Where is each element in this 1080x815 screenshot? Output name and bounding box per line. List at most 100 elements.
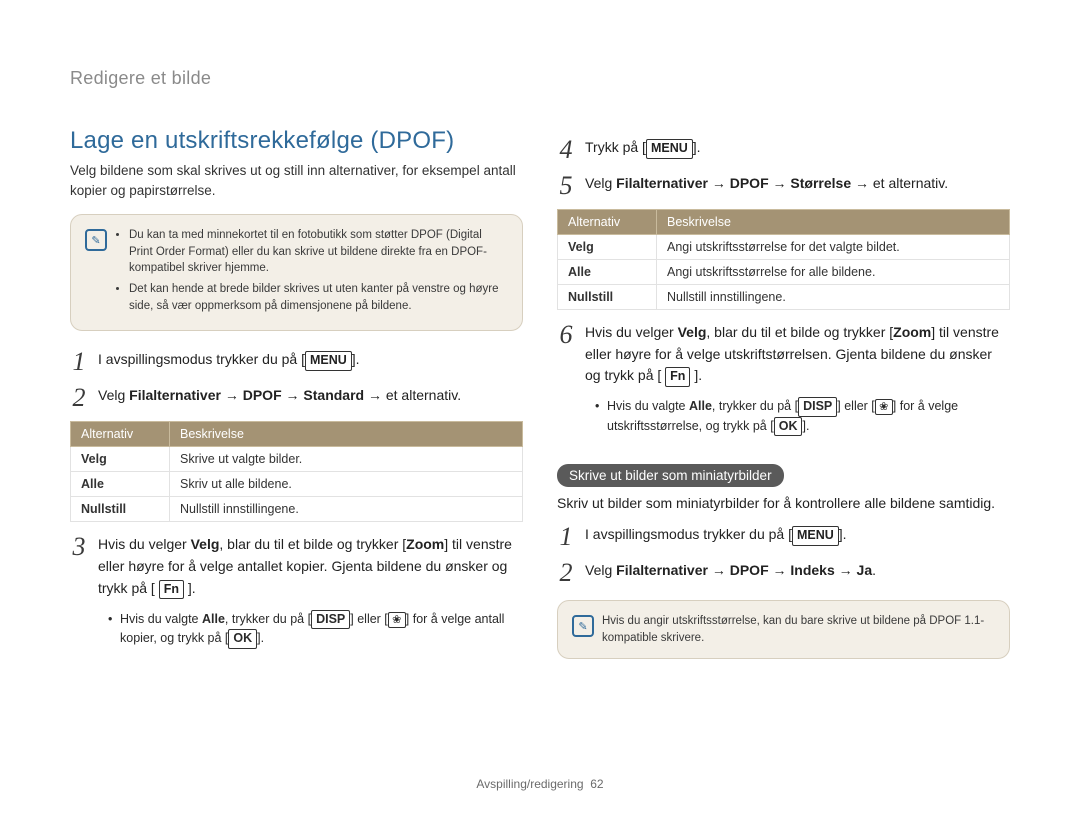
ok-key: OK xyxy=(228,629,257,649)
step-text: . xyxy=(872,562,876,578)
cell-val: Nullstill innstillingene. xyxy=(170,497,523,522)
bullet-text: ] eller [ xyxy=(837,399,875,413)
step-text: I avspillingsmodus trykker du på [ xyxy=(98,351,305,367)
step-5: 5 Velg Filalternativer → DPOF → Størrels… xyxy=(557,173,1010,199)
step-text: Velg xyxy=(98,387,129,403)
thumb-step-1: 1 I avspillingsmodus trykker du på [MENU… xyxy=(557,524,1010,550)
disp-key: DISP xyxy=(798,397,837,417)
step-body: I avspillingsmodus trykker du på [MENU]. xyxy=(585,524,847,550)
bullet-text: ]. xyxy=(257,631,264,645)
step-text: → et alternativ. xyxy=(364,387,461,403)
step-text: ]. xyxy=(693,139,701,155)
step-num: 4 xyxy=(557,137,575,163)
macro-icon: ❀ xyxy=(875,399,893,415)
step-text: Velg xyxy=(585,175,616,191)
info1-item: Det kan hende at brede bilder skrives ut… xyxy=(129,281,506,314)
cell-key: Nullstill xyxy=(71,497,170,522)
table-row: NullstillNullstill innstillingene. xyxy=(71,497,523,522)
step-num: 3 xyxy=(70,534,88,599)
content-columns: Lage en utskriftsrekkefølge (DPOF) Velg … xyxy=(70,109,1010,677)
cell-key: Velg xyxy=(558,235,657,260)
bullet-text: Hvis du valgte xyxy=(120,612,202,626)
step-text: , blar du til et bilde og trykker [ xyxy=(706,324,893,340)
step-3-bullet: Hvis du valgte Alle, trykker du på [DISP… xyxy=(108,610,523,649)
bullet-text: ]. xyxy=(802,419,809,433)
step-text: ]. xyxy=(690,367,702,383)
cell-val: Skrive ut valgte bilder. xyxy=(170,447,523,472)
thumbnail-body: Skriv ut bilder som miniatyrbilder for å… xyxy=(557,493,1010,514)
step-text-bold: Filalternativer → DPOF → Standard xyxy=(129,387,364,403)
cell-key: Alle xyxy=(558,260,657,285)
spacer xyxy=(557,109,1010,131)
thumb-step-2: 2 Velg Filalternativer → DPOF → Indeks →… xyxy=(557,560,1010,586)
table-row: NullstillNullstill innstillingene. xyxy=(558,285,1010,310)
footer-section: Avspilling/redigering xyxy=(476,777,583,791)
cell-val: Skriv ut alle bildene. xyxy=(170,472,523,497)
th-alternativ: Alternativ xyxy=(558,210,657,235)
fn-key: Fn xyxy=(159,580,184,600)
bullet-text: Hvis du valgte xyxy=(607,399,689,413)
bullet-text: , trykker du på [ xyxy=(712,399,798,413)
step-1: 1 I avspillingsmodus trykker du på [MENU… xyxy=(70,349,523,375)
info-box-2-text: Hvis du angir utskriftsstørrelse, kan du… xyxy=(602,613,993,646)
th-beskrivelse: Beskrivelse xyxy=(170,422,523,447)
step-num: 2 xyxy=(557,560,575,586)
step-6-bullet: Hvis du valgte Alle, trykker du på [DISP… xyxy=(595,397,1010,436)
step-text: , blar du til et bilde og trykker [ xyxy=(219,536,406,552)
bullet-text-bold: Alle xyxy=(202,612,225,626)
step-text: Hvis du velger xyxy=(98,536,191,552)
table-row: AlleAngi utskriftsstørrelse for alle bil… xyxy=(558,260,1010,285)
thumbnail-heading: Skrive ut bilder som miniatyrbilder xyxy=(557,464,784,487)
menu-key: MENU xyxy=(305,351,352,371)
step-body: Velg Filalternativer → DPOF → Indeks → J… xyxy=(585,560,876,586)
step-body: Hvis du velger Velg, blar du til et bild… xyxy=(98,534,523,599)
bullet-text-bold: Alle xyxy=(689,399,712,413)
step-num: 5 xyxy=(557,173,575,199)
menu-key: MENU xyxy=(646,139,693,159)
step-6: 6 Hvis du velger Velg, blar du til et bi… xyxy=(557,322,1010,387)
step-num: 1 xyxy=(557,524,575,550)
step-2: 2 Velg Filalternativer → DPOF → Standard… xyxy=(70,385,523,411)
cell-val: Angi utskriftsstørrelse for det valgte b… xyxy=(657,235,1010,260)
fn-key: Fn xyxy=(665,367,690,387)
step-text-bold: Velg xyxy=(678,324,707,340)
table-row: VelgSkrive ut valgte bilder. xyxy=(71,447,523,472)
note-icon: ✎ xyxy=(572,615,594,637)
info-box-1-text: Du kan ta med minnekortet til en fotobut… xyxy=(115,227,506,318)
section-intro: Velg bildene som skal skrives ut og stil… xyxy=(70,161,523,200)
step-text: I avspillingsmodus trykker du på [ xyxy=(585,526,792,542)
step-num: 6 xyxy=(557,322,575,387)
page-header-title: Redigere et bilde xyxy=(70,68,1010,89)
step-body: Velg Filalternativer → DPOF → Størrelse … xyxy=(585,173,948,199)
bullet-text: , trykker du på [ xyxy=(225,612,311,626)
page-footer: Avspilling/redigering 62 xyxy=(0,777,1080,791)
cell-key: Alle xyxy=(71,472,170,497)
options-table-2: Alternativ Beskrivelse VelgAngi utskrift… xyxy=(557,209,1010,310)
disp-key: DISP xyxy=(311,610,350,630)
cell-key: Velg xyxy=(71,447,170,472)
cell-val: Nullstill innstillingene. xyxy=(657,285,1010,310)
step-body: Velg Filalternativer → DPOF → Standard →… xyxy=(98,385,461,411)
step-text-bold: Filalternativer → DPOF → Indeks → Ja xyxy=(616,562,872,578)
options-table-1: Alternativ Beskrivelse VelgSkrive ut val… xyxy=(70,421,523,522)
th-beskrivelse: Beskrivelse xyxy=(657,210,1010,235)
step-num: 1 xyxy=(70,349,88,375)
step-text: ]. xyxy=(839,526,847,542)
step-num: 2 xyxy=(70,385,88,411)
step-text: Velg xyxy=(585,562,616,578)
table-row: AlleSkriv ut alle bildene. xyxy=(71,472,523,497)
right-column: 4 Trykk på [MENU]. 5 Velg Filalternative… xyxy=(557,109,1010,677)
step-3: 3 Hvis du velger Velg, blar du til et bi… xyxy=(70,534,523,599)
section-title: Lage en utskriftsrekkefølge (DPOF) xyxy=(70,127,523,155)
th-alternativ: Alternativ xyxy=(71,422,170,447)
footer-pagenum: 62 xyxy=(590,777,603,791)
step-text: ]. xyxy=(184,580,196,596)
menu-key: MENU xyxy=(792,526,839,546)
step-body: I avspillingsmodus trykker du på [MENU]. xyxy=(98,349,360,375)
note-icon: ✎ xyxy=(85,229,107,251)
step-text: ]. xyxy=(352,351,360,367)
step-text: → et alternativ. xyxy=(851,175,948,191)
step-4: 4 Trykk på [MENU]. xyxy=(557,137,1010,163)
left-column: Lage en utskriftsrekkefølge (DPOF) Velg … xyxy=(70,109,523,677)
step-text-bold: Zoom xyxy=(406,536,444,552)
